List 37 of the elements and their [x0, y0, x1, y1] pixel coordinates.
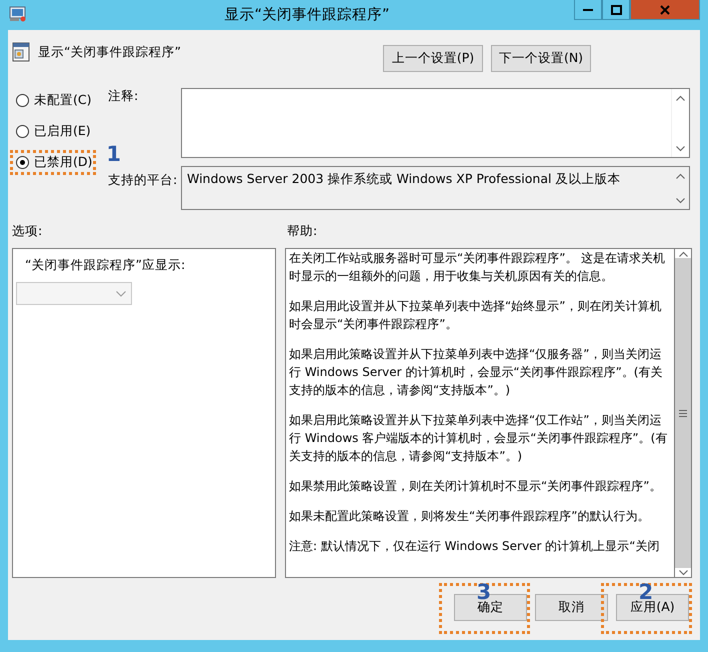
- help-label: 帮助:: [287, 223, 318, 240]
- help-paragraph: 如果启用此策略设置并从下拉菜单列表中选择“仅服务器”，则当关闭运行 Windows Server 的计算机时，会显示“关闭事件跟踪程序”。(有关支持的版本的信息，请参阅“支持版本”。): [289, 346, 664, 399]
- chevron-down-icon: [116, 290, 126, 296]
- next-setting-button[interactable]: 下一个设置(N): [491, 45, 591, 72]
- policy-icon: [12, 42, 30, 62]
- close-button[interactable]: [630, 0, 700, 20]
- previous-setting-button[interactable]: 上一个设置(P): [383, 45, 483, 72]
- comment-field[interactable]: [181, 88, 690, 158]
- help-paragraph: 在关闭工作站或服务器时可显示“关闭事件跟踪程序”。 这是在请求关机时显示的一组额外的问题，用于收集与关机原因有关的信息。: [289, 250, 666, 285]
- options-label: 选项:: [12, 223, 44, 240]
- maximize-icon: [610, 4, 622, 14]
- grip-icon: [679, 410, 687, 416]
- annotation-number: 1: [106, 144, 122, 164]
- minimize-icon: [583, 8, 593, 11]
- cancel-button[interactable]: 取消: [535, 594, 608, 621]
- app-icon: [9, 6, 27, 22]
- window-title: 显示“关闭事件跟踪程序”: [224, 6, 390, 25]
- supported-platform-label: 支持的平台:: [108, 171, 178, 189]
- supported-platform-text: Windows Server 2003 操作系统或 Windows XP Professional 及以上版本: [186, 170, 622, 188]
- radio-option[interactable]: 已禁用(D): [16, 154, 92, 171]
- maximize-button[interactable]: [602, 0, 630, 20]
- radio-option[interactable]: 已启用(E): [16, 123, 91, 140]
- radio-button[interactable]: [16, 156, 29, 169]
- close-icon: [660, 4, 670, 14]
- help-paragraph: 如果未配置此策略设置，则将发生“关闭事件跟踪程序”的默认行为。: [289, 508, 650, 525]
- scrollbar-thumb[interactable]: [675, 258, 691, 568]
- radio-option[interactable]: 未配置(C): [16, 92, 92, 109]
- radio-button[interactable]: [16, 94, 29, 107]
- help-paragraph: 如果启用此设置并从下拉菜单列表中选择“始终显示”，则在闭关计算机时会显示“关闭事件跟踪程序”。: [289, 298, 662, 333]
- dropdown-caption: “关闭事件跟踪程序”应显示:: [24, 257, 186, 274]
- radio-button[interactable]: [16, 125, 29, 138]
- help-paragraph: 如果启用此策略设置并从下拉菜单列表中选择“仅工作站”，则当关闭运行 Windows 客户端版本的计算机时，会显示“关闭事件跟踪程序”。(有关支持的版本的信息，请参阅“支持版本”。): [289, 412, 668, 465]
- policy-title: 显示“关闭事件跟踪程序”: [38, 44, 181, 60]
- minimize-button[interactable]: [574, 0, 602, 20]
- comment-label: 注释:: [108, 88, 140, 105]
- help-paragraph: 注意: 默认情况下，仅在运行 Windows Server 的计算机上显示“关闭: [289, 538, 660, 555]
- help-paragraph: 如果禁用此策略设置，则在关闭计算机时不显示“关闭事件跟踪程序”。: [289, 478, 662, 495]
